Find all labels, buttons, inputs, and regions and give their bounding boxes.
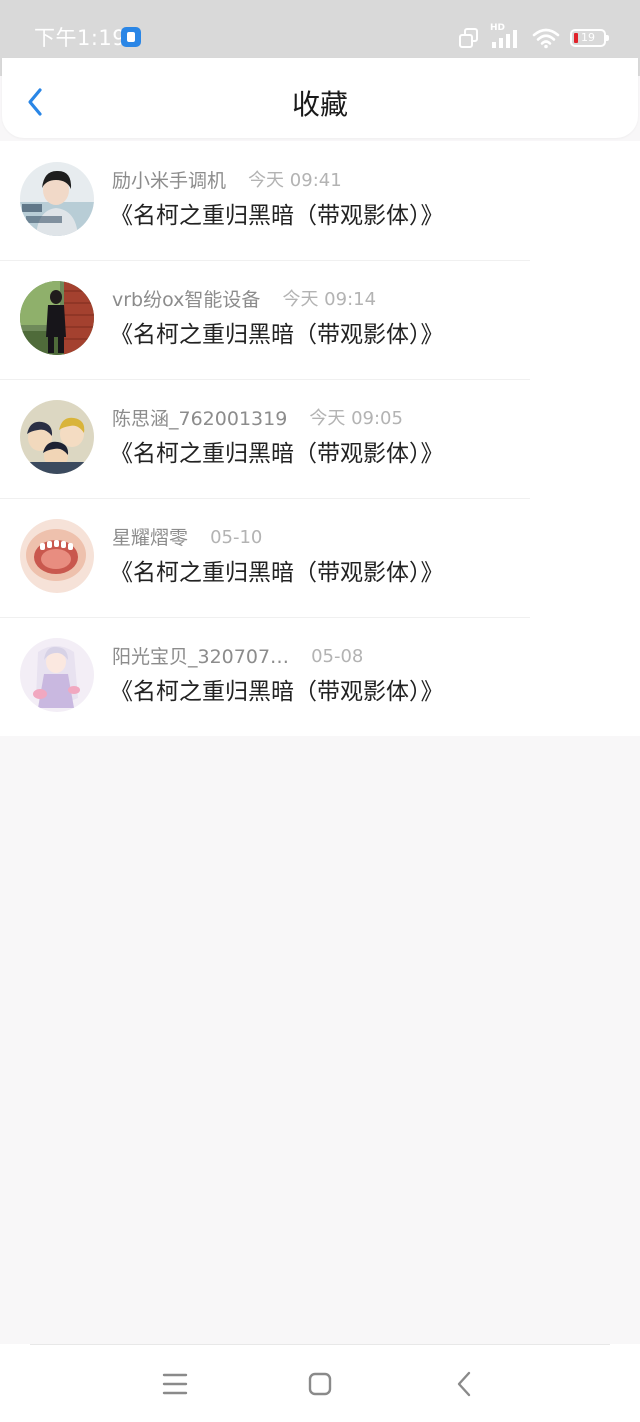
- back-triangle-icon: [457, 1371, 471, 1397]
- anime-girl-avatar-icon: [20, 638, 94, 712]
- meta-row: 陈思涵_762001319 今天 09:05: [112, 405, 403, 433]
- page-title: 收藏: [291, 88, 348, 121]
- list-item[interactable]: 励小米手调机 今天 09:41 《名柯之重归黑暗（带观影体）》: [0, 141, 640, 260]
- notification-app-icon: [121, 27, 141, 47]
- boy-portrait-avatar-icon: [20, 162, 94, 236]
- screen-mirror-icon: [459, 28, 478, 48]
- author-name: 励小米手调机: [112, 170, 227, 192]
- list-item[interactable]: 阳光宝贝_320707… 05-08 《名柯之重归黑暗（带观影体）》: [0, 617, 640, 736]
- avatar: [20, 519, 94, 593]
- system-nav-bar: [0, 1344, 640, 1422]
- timestamp: 05-10: [210, 527, 263, 548]
- favorites-list: 励小米手调机 今天 09:41 《名柯之重归黑暗（带观影体）》 vrb纷ox智能…: [0, 141, 640, 736]
- meta-row: 阳光宝贝_320707… 05-08: [112, 643, 363, 671]
- author-name: 陈思涵_762001319: [112, 408, 288, 430]
- author-name: 阳光宝贝_320707…: [112, 646, 290, 668]
- book-title: 《名柯之重归黑暗（带观影体）》: [110, 203, 444, 229]
- list-item[interactable]: vrb纷ox智能设备 今天 09:14 《名柯之重归黑暗（带观影体）》: [0, 260, 640, 379]
- battery-icon: 19: [570, 29, 609, 47]
- wifi-icon: [532, 28, 560, 49]
- system-back-button[interactable]: [446, 1366, 482, 1402]
- book-title: 《名柯之重归黑暗（带观影体）》: [110, 322, 444, 348]
- timestamp: 今天 09:14: [282, 289, 377, 310]
- author-name: 星耀熠零: [112, 527, 189, 549]
- home-button[interactable]: [302, 1366, 338, 1402]
- figure-by-brick-wall-avatar-icon: [20, 281, 94, 355]
- book-title: 《名柯之重归黑暗（带观影体）》: [110, 679, 444, 705]
- pink-illustration-avatar-icon: [20, 519, 94, 593]
- battery-level-text: 19: [581, 31, 595, 44]
- avatar: [20, 281, 94, 355]
- status-time: 下午1:19: [34, 26, 127, 50]
- anime-group-avatar-icon: [20, 400, 94, 474]
- meta-row: vrb纷ox智能设备 今天 09:14: [112, 286, 376, 314]
- status-icons: HD 19: [458, 23, 609, 52]
- cellular-signal-icon: HD: [490, 23, 522, 50]
- book-title: 《名柯之重归黑暗（带观影体）》: [110, 441, 444, 467]
- list-item[interactable]: 陈思涵_762001319 今天 09:05 《名柯之重归黑暗（带观影体）》: [0, 379, 640, 498]
- header: 收藏: [2, 58, 638, 138]
- recent-apps-button[interactable]: [157, 1366, 193, 1402]
- menu-icon: [162, 1373, 188, 1395]
- avatar: [20, 400, 94, 474]
- nav-divider: [30, 1344, 610, 1345]
- meta-row: 星耀熠零 05-10: [112, 524, 262, 552]
- timestamp: 今天 09:41: [248, 170, 342, 191]
- meta-row: 励小米手调机 今天 09:41: [112, 167, 342, 195]
- home-square-icon: [308, 1372, 332, 1396]
- avatar: [20, 162, 94, 236]
- author-name: vrb纷ox智能设备: [112, 289, 261, 311]
- book-title: 《名柯之重归黑暗（带观影体）》: [110, 560, 444, 586]
- timestamp: 今天 09:05: [309, 408, 403, 429]
- avatar: [20, 638, 94, 712]
- timestamp: 05-08: [311, 646, 364, 667]
- list-item[interactable]: 星耀熠零 05-10 《名柯之重归黑暗（带观影体）》: [0, 498, 640, 617]
